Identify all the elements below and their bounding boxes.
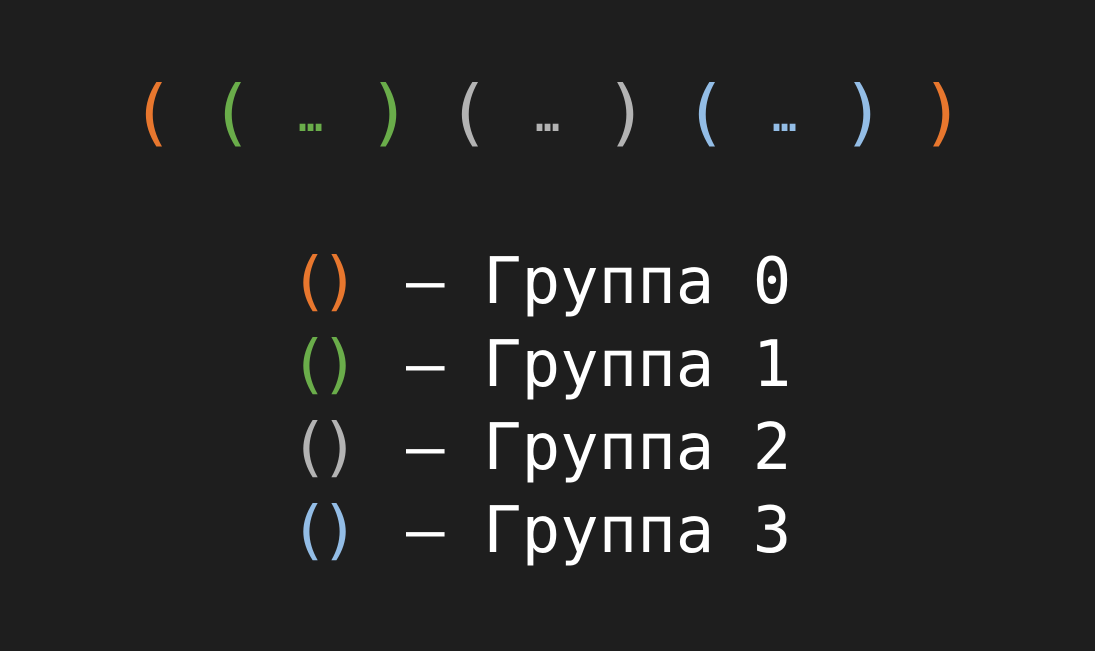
legend-item-group3: () – Группа 3 [290,489,791,572]
legend-item-group0: () – Группа 0 [290,240,791,323]
legend-parens-group2: () [290,410,359,485]
legend-parens-group3: () [290,493,359,568]
group-legend: () – Группа 0 () – Группа 1 () – Группа … [290,240,791,572]
legend-label-group1: – Группа 1 [406,327,792,402]
legend-parens-group0: () [290,244,359,319]
legend-label-group0: – Группа 0 [406,244,792,319]
legend-label-group2: – Группа 2 [406,410,792,485]
diagram-canvas: ( ( … ) ( … ) ( … ) ) () – Группа 0 () –… [0,0,1095,651]
pattern-token-group1-open: ( [209,70,254,154]
pattern-token-group2-content: … [535,95,560,141]
regex-pattern-row: ( ( … ) ( … ) ( … ) ) [0,62,1095,162]
pattern-token-group1-close: ) [367,70,412,154]
legend-item-group1: () – Группа 1 [290,323,791,406]
pattern-token-group2-close: ) [604,70,649,154]
pattern-token-group0-close: ) [920,70,965,154]
pattern-token-group3-open: ( [683,70,728,154]
legend-label-group3: – Группа 3 [406,493,792,568]
pattern-token-group3-close: ) [841,70,886,154]
legend-parens-group1: () [290,327,359,402]
pattern-token-group2-open: ( [446,70,491,154]
pattern-token-group0-open: ( [130,70,175,154]
pattern-token-group3-content: … [772,95,797,141]
legend-item-group2: () – Группа 2 [290,406,791,489]
pattern-token-group1-content: … [298,95,323,141]
